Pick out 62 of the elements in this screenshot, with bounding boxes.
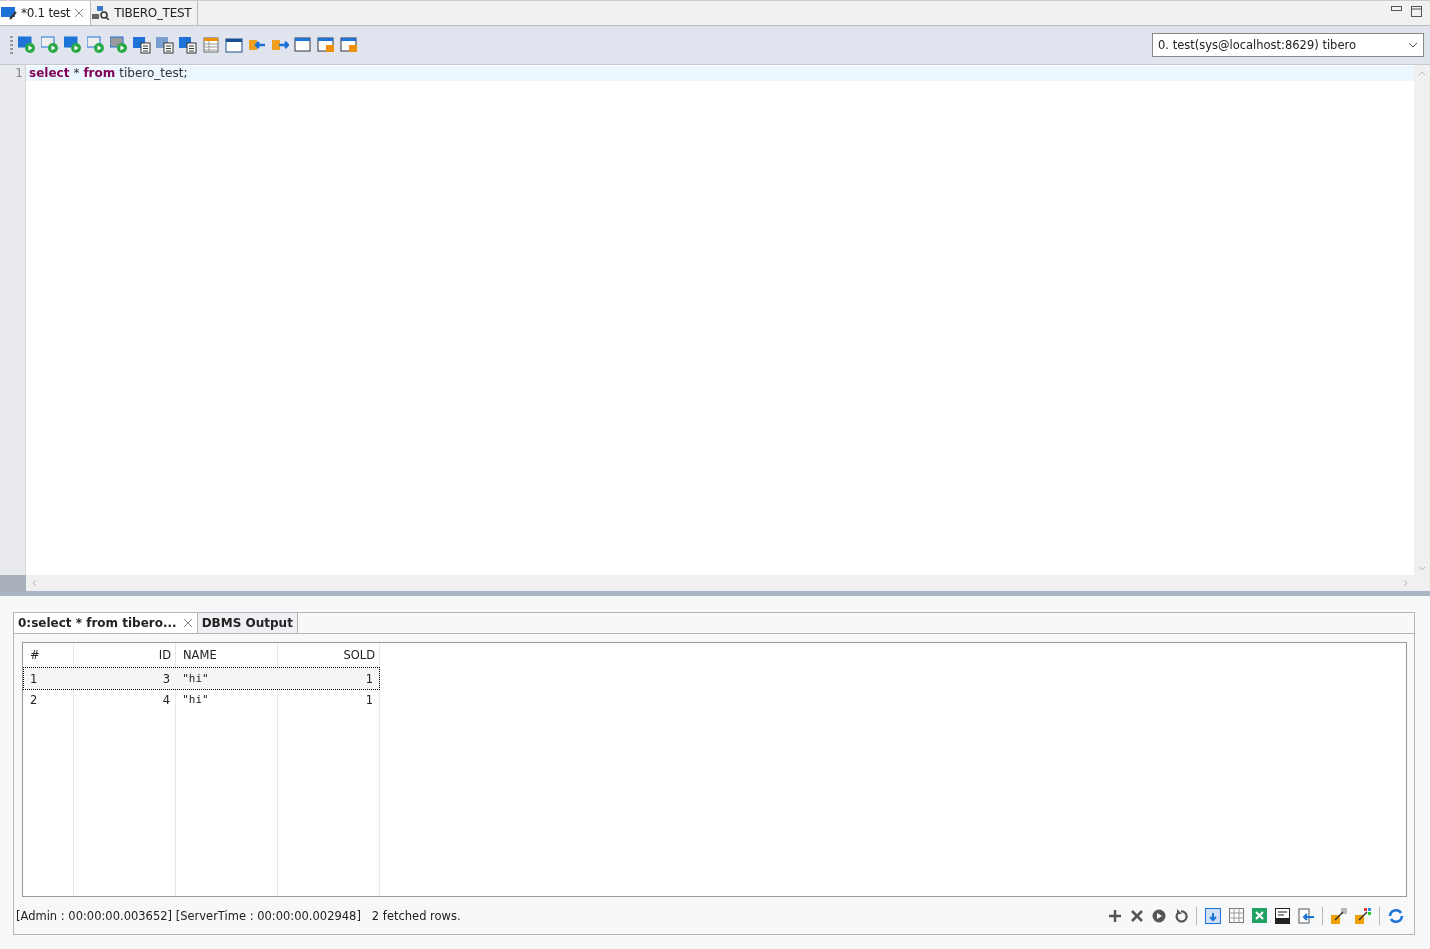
script-icon: [1, 6, 17, 20]
table-cell-text: "hi": [181, 672, 210, 685]
code-text: *: [73, 66, 80, 81]
pop-out-icon[interactable]: [1331, 907, 1347, 924]
status-text: [Admin : 00:00:00.003652] [ServerTime : 00:00:00.002948] 2 fetched rows.: [16, 908, 461, 923]
horizontal-scrollbar[interactable]: [26, 575, 1430, 591]
resize-window-icon[interactable]: [340, 36, 358, 54]
column-header[interactable]: NAME: [177, 648, 279, 662]
script-list-icon[interactable]: [133, 36, 151, 54]
minimize-icon[interactable]: [1391, 6, 1402, 12]
connection-dropdown[interactable]: 0. test(sys@localhost:8629) tibero: [1152, 33, 1424, 57]
column-header[interactable]: SOLD: [279, 648, 381, 662]
code-text: tibero_test;: [119, 66, 188, 81]
chevron-down-icon: [1418, 566, 1426, 571]
table-cell-text: 4: [161, 692, 172, 707]
download-icon[interactable]: [1205, 907, 1221, 924]
line-number: 1: [14, 66, 24, 81]
window-run-icon[interactable]: [64, 36, 82, 54]
chevron-up-icon: [1418, 71, 1426, 76]
run-script-icon[interactable]: [18, 36, 36, 54]
column-header[interactable]: #: [24, 648, 75, 662]
table-cell-text: 1: [364, 671, 374, 686]
script-window-icon[interactable]: [225, 36, 243, 54]
table-cell-text: 1: [29, 671, 39, 686]
editor-tab[interactable]: TIBERO_TEST: [91, 1, 199, 25]
column-header[interactable]: ID: [75, 648, 177, 662]
text-file-icon[interactable]: [1275, 907, 1290, 924]
refresh-icon[interactable]: [1388, 907, 1404, 924]
table-grid-icon[interactable]: [1229, 908, 1244, 923]
vertical-scrollbar[interactable]: [1414, 65, 1430, 575]
import-icon[interactable]: [1298, 907, 1314, 924]
run-faded-icon[interactable]: [110, 36, 128, 54]
delete-icon[interactable]: [1130, 908, 1144, 923]
table-cell-text: "hi": [181, 693, 210, 706]
table-row[interactable]: 1 3 "hi" 1: [24, 668, 379, 689]
table-search-icon: [92, 6, 111, 20]
add-icon[interactable]: [1108, 908, 1122, 923]
result-tab[interactable]: DBMS Output: [197, 613, 298, 633]
play-icon[interactable]: [1152, 908, 1166, 923]
restore-window-icon[interactable]: [317, 36, 335, 54]
close-icon[interactable]: [74, 8, 85, 18]
spreadsheet-icon[interactable]: [1252, 908, 1267, 923]
code-editor[interactable]: select * from tibero_test;: [26, 65, 1414, 575]
undo-icon[interactable]: [1174, 908, 1188, 923]
maximize-icon[interactable]: [1411, 6, 1422, 17]
pop-out-icon[interactable]: [1355, 907, 1371, 924]
scrollbar-corner: [0, 575, 26, 591]
chevron-right-icon: [1403, 579, 1408, 587]
close-icon[interactable]: [182, 618, 193, 628]
table-cell-text: 1: [364, 692, 374, 707]
editor-tab[interactable]: *0.1 test: [0, 1, 92, 25]
table-cell-text: 3: [161, 671, 172, 686]
chevron-down-icon: [1408, 42, 1418, 48]
toolbar-grip: [10, 36, 13, 54]
chevron-left-icon: [32, 579, 37, 587]
table-row[interactable]: 2 4 "hi" 1: [24, 689, 379, 710]
sql-keyword: from: [83, 66, 116, 81]
table-cell-text: 2: [29, 692, 39, 707]
sql-keyword: select: [29, 66, 70, 81]
table-grid-icon[interactable]: [202, 36, 220, 54]
result-tab[interactable]: 0:select * from tibero...: [14, 613, 198, 633]
script-list-faded-icon[interactable]: [156, 36, 174, 54]
